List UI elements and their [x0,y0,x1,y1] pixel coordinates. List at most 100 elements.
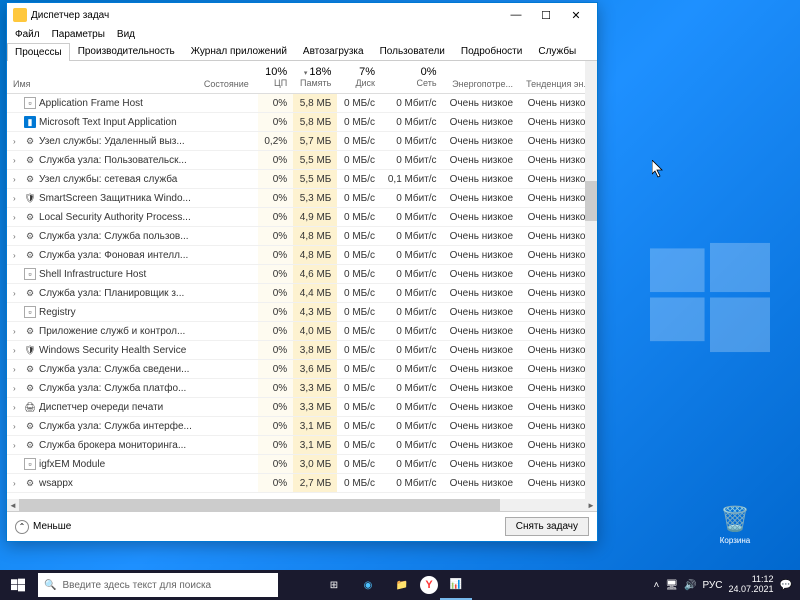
taskmgr-taskbar-icon[interactable]: 📊 [440,570,472,600]
tray-notification-icon[interactable]: 💬 [780,580,792,591]
expand-icon[interactable]: › [13,213,21,222]
table-row[interactable]: ›🛡Windows Security Health Service0%3,8 М… [7,341,597,360]
menu-options[interactable]: Параметры [52,29,105,40]
tray-lang[interactable]: РУС [702,580,722,591]
expand-icon[interactable]: › [13,422,21,431]
expand-icon[interactable]: › [13,137,21,146]
tray-volume-icon[interactable]: 🔊 [684,580,696,591]
hscroll-thumb[interactable] [19,499,500,511]
col-name[interactable]: Имя [7,61,198,94]
col-power[interactable]: Энергопотре... [443,61,519,94]
close-button[interactable]: ✕ [561,4,591,26]
titlebar[interactable]: Диспетчер задач — ☐ ✕ [7,3,597,27]
table-row[interactable]: ›⚙Служба узла: Фоновая интелл...0%4,8 МБ… [7,246,597,265]
expand-icon[interactable]: › [13,479,21,488]
col-disk[interactable]: 7%Диск [337,61,381,94]
expand-icon[interactable]: › [13,327,21,336]
net-cell: 0 Мбит/с [381,474,443,493]
tray-chevron-icon[interactable]: ˄ [653,580,659,591]
net-cell: 0 Мбит/с [381,303,443,322]
start-button[interactable] [0,570,36,600]
process-name: Shell Infrastructure Host [39,269,146,280]
vertical-scrollbar[interactable] [585,61,597,499]
process-name: Служба узла: Служба пользов... [39,231,189,242]
menu-file[interactable]: Файл [15,29,40,40]
power-cell: Очень низкое [443,417,519,436]
process-name: Application Frame Host [39,98,143,109]
table-row[interactable]: ▫Shell Infrastructure Host0%4,6 МБ0 МБ/с… [7,265,597,284]
expand-icon[interactable]: › [13,251,21,260]
explorer-icon[interactable]: 📁 [386,570,418,600]
expand-icon[interactable]: › [13,232,21,241]
power-cell: Очень низкое [443,170,519,189]
tab-users[interactable]: Пользователи [372,42,453,60]
table-row[interactable]: ›🖨Диспетчер очереди печати0%3,3 МБ0 МБ/с… [7,398,597,417]
tab-performance[interactable]: Производительность [70,42,183,60]
table-row[interactable]: ›⚙Служба узла: Пользовательск...0%5,5 МБ… [7,151,597,170]
mem-cell: 4,8 МБ [293,246,337,265]
maximize-button[interactable]: ☐ [531,4,561,26]
table-row[interactable]: ›⚙wsappx0%2,7 МБ0 МБ/с0 Мбит/сОчень низк… [7,474,597,493]
cpu-cell: 0% [258,189,293,208]
edge-icon[interactable]: ◉ [352,570,384,600]
yandex-icon[interactable]: Y [420,576,438,594]
expand-icon[interactable]: › [13,403,21,412]
recycle-bin-label: Корзина [710,536,760,545]
scroll-right-icon[interactable]: ► [585,501,597,510]
table-row[interactable]: ›⚙Служба узла: Служба интерфе...0%3,1 МБ… [7,417,597,436]
col-status[interactable]: Состояние [198,61,258,94]
table-row[interactable]: ▫igfxEM Module0%3,0 МБ0 МБ/с0 Мбит/сОчен… [7,455,597,474]
power-cell: Очень низкое [443,284,519,303]
table-row[interactable]: ›⚙Служба узла: Служба сведени...0%3,6 МБ… [7,360,597,379]
table-row[interactable]: ▮Microsoft Text Input Application0%5,8 М… [7,113,597,132]
tab-startup[interactable]: Автозагрузка [295,42,372,60]
expand-icon[interactable]: › [13,365,21,374]
cpu-cell: 0% [258,151,293,170]
search-box[interactable]: 🔍 Введите здесь текст для поиска [38,573,278,597]
tray-clock[interactable]: 11:12 24.07.2021 [729,575,774,595]
expand-icon[interactable]: › [13,194,21,203]
fewer-details-toggle[interactable]: ⌃ Меньше [15,520,71,534]
table-row[interactable]: ›⚙Приложение служб и контрол...0%4,0 МБ0… [7,322,597,341]
expand-icon[interactable]: › [13,156,21,165]
table-row[interactable]: ›⚙Служба узла: Служба пользов...0%4,8 МБ… [7,227,597,246]
menu-view[interactable]: Вид [117,29,135,40]
table-row[interactable]: ›⚙Local Security Authority Process...0%4… [7,208,597,227]
process-name: Служба узла: Фоновая интелл... [39,250,188,261]
tab-processes[interactable]: Процессы [7,43,70,61]
power-cell: Очень низкое [443,398,519,417]
task-view-icon[interactable]: ⊞ [318,570,350,600]
scroll-left-icon[interactable]: ◄ [7,501,19,510]
scrollbar-thumb[interactable] [585,181,597,221]
table-row[interactable]: ›⚙Узел службы: Удаленный выз...0,2%5,7 М… [7,132,597,151]
tab-details[interactable]: Подробности [453,42,530,60]
table-row[interactable]: ›⚙Служба узла: Планировщик з...0%4,4 МБ0… [7,284,597,303]
recycle-bin-icon[interactable]: 🗑️ Корзина [710,505,760,545]
expand-icon[interactable]: › [13,346,21,355]
horizontal-scrollbar[interactable]: ◄ ► [7,499,597,511]
tray-monitor-icon[interactable]: 🖥 [665,580,678,591]
tab-app-history[interactable]: Журнал приложений [183,42,295,60]
tab-services[interactable]: Службы [530,42,584,60]
minimize-button[interactable]: — [501,4,531,26]
col-memory[interactable]: ▾18%Память [293,61,337,94]
table-row[interactable]: ▫Application Frame Host0%5,8 МБ0 МБ/с0 М… [7,94,597,113]
col-net[interactable]: 0%Сеть [381,61,443,94]
table-row[interactable]: ›⚙Служба узла: Служба платфо...0%3,3 МБ0… [7,379,597,398]
col-cpu[interactable]: 10%ЦП [258,61,293,94]
table-row[interactable]: ▫Registry0%4,3 МБ0 МБ/с0 Мбит/сОчень низ… [7,303,597,322]
net-cell: 0 Мбит/с [381,113,443,132]
table-row[interactable]: ›🛡SmartScreen Защитника Windo...0%5,3 МБ… [7,189,597,208]
expand-icon[interactable]: › [13,289,21,298]
net-cell: 0 Мбит/с [381,208,443,227]
search-icon: 🔍 [44,580,56,591]
table-row[interactable]: ›⚙Узел службы: сетевая служба0%5,5 МБ0 М… [7,170,597,189]
expand-icon[interactable]: › [13,384,21,393]
disk-cell: 0 МБ/с [337,94,381,113]
table-row[interactable]: ›⚙Служба брокера мониторинга...0%3,1 МБ0… [7,436,597,455]
expand-icon[interactable]: › [13,175,21,184]
expand-icon[interactable]: › [13,441,21,450]
end-task-button[interactable]: Снять задачу [505,517,589,536]
process-name: Служба узла: Служба сведени... [39,364,189,375]
process-name: Узел службы: сетевая служба [39,174,177,185]
